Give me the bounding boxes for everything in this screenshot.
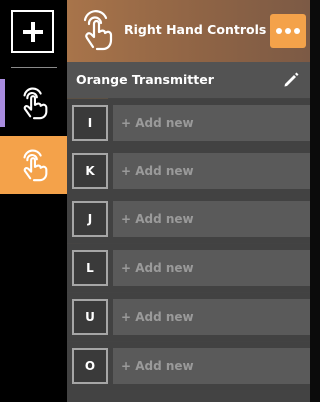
rail-item-hand-1[interactable] <box>0 79 67 127</box>
key-badge[interactable]: O <box>72 348 108 384</box>
rail-item-hand-2[interactable] <box>0 136 67 194</box>
key-badge[interactable]: K <box>72 153 108 189</box>
hand-tap-icon <box>22 149 47 182</box>
ellipsis-icon <box>294 28 300 34</box>
rail-divider <box>11 67 57 68</box>
left-rail <box>0 0 67 402</box>
pencil-icon <box>284 72 299 87</box>
add-button[interactable] <box>11 10 54 53</box>
binding-row: I + Add new <box>67 99 310 147</box>
binding-row: L + Add new <box>67 244 310 292</box>
hand-tap-icon <box>22 87 47 120</box>
app-window: Right Hand Controls Orange Transmitter I… <box>0 0 310 402</box>
hand-tap-icon <box>83 10 113 51</box>
key-badge[interactable]: L <box>72 250 108 286</box>
key-badge[interactable]: I <box>72 105 108 141</box>
binding-row: U + Add new <box>67 293 310 341</box>
add-new-field[interactable]: + Add new <box>113 153 310 189</box>
add-new-field[interactable]: + Add new <box>113 201 310 237</box>
binding-row: K + Add new <box>67 147 310 195</box>
page-title: Right Hand Controls <box>124 22 267 37</box>
add-new-field[interactable]: + Add new <box>113 105 310 141</box>
transmitter-header: Orange Transmitter <box>67 62 310 98</box>
selection-marker <box>0 79 5 127</box>
key-badge[interactable]: J <box>72 201 108 237</box>
edit-transmitter-button[interactable] <box>282 71 300 89</box>
add-new-field[interactable]: + Add new <box>113 348 310 384</box>
add-new-field[interactable]: + Add new <box>113 250 310 286</box>
transmitter-name: Orange Transmitter <box>76 72 214 87</box>
binding-row: O + Add new <box>67 342 310 390</box>
ellipsis-icon <box>285 28 291 34</box>
add-new-field[interactable]: + Add new <box>113 299 310 335</box>
plus-icon <box>22 21 43 42</box>
header-hand-icon <box>77 7 117 53</box>
panel-header: Right Hand Controls <box>67 0 310 62</box>
controls-panel: Right Hand Controls Orange Transmitter I… <box>67 0 310 402</box>
key-badge[interactable]: U <box>72 299 108 335</box>
more-options-button[interactable] <box>270 14 306 48</box>
binding-row: J + Add new <box>67 195 310 243</box>
ellipsis-icon <box>276 28 282 34</box>
